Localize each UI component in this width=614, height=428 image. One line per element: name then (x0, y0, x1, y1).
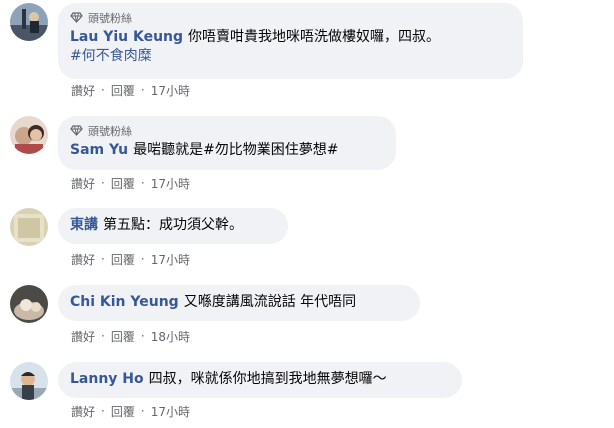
diamond-icon (70, 12, 83, 23)
reply-button[interactable]: 回覆 (111, 328, 135, 345)
timestamp[interactable]: 17小時 (151, 82, 190, 99)
reply-button[interactable]: 回覆 (111, 175, 135, 192)
comment-text: 第五點：成功須父幹。 (103, 217, 243, 233)
separator: · (140, 329, 145, 343)
diamond-icon (70, 125, 83, 136)
top-fan-badge: 頭號粉絲 (70, 10, 511, 25)
comment-actions: 讚好 · 回覆 · 17小時 (71, 251, 190, 267)
separator: · (101, 404, 105, 418)
timestamp[interactable]: 18小時 (151, 328, 190, 345)
comment-author[interactable]: 東講 (70, 217, 98, 233)
separator: · (101, 176, 105, 190)
comment-bubble: Lanny Ho 四叔，咪就係你地搞到我地無夢想囉～ (58, 362, 462, 398)
avatar[interactable] (10, 285, 48, 323)
comment-bubble: 頭號粉絲 Lau Yiu Keung 你唔賣咁貴我地咪唔洗做樓奴囉，四叔。 #何不… (58, 3, 523, 79)
hashtag-link[interactable]: #何不食肉糜 (70, 48, 152, 64)
separator: · (101, 252, 105, 266)
comment-actions: 讚好 · 回覆 · 17小時 (71, 175, 190, 191)
like-button[interactable]: 讚好 (71, 251, 95, 268)
avatar[interactable] (10, 116, 48, 154)
badge-label: 頭號粉絲 (88, 11, 132, 25)
like-button[interactable]: 讚好 (71, 82, 95, 99)
reply-button[interactable]: 回覆 (111, 82, 135, 99)
separator: · (101, 83, 105, 97)
timestamp[interactable]: 17小時 (151, 251, 190, 268)
badge-label: 頭號粉絲 (88, 124, 132, 138)
comment-text: 你唔賣咁貴我地咪唔洗做樓奴囉，四叔。 (188, 29, 441, 45)
comment-actions: 讚好 · 回覆 · 18小時 (71, 328, 190, 344)
comment-text: 又喺度講風流說話 年代唔同 (183, 294, 357, 310)
timestamp[interactable]: 17小時 (151, 403, 190, 420)
comment-text: 最啱聽就是#勿比物業困住夢想# (133, 142, 339, 158)
separator: · (101, 329, 105, 343)
separator: · (140, 176, 145, 190)
timestamp[interactable]: 17小時 (151, 175, 190, 192)
avatar[interactable] (10, 362, 48, 400)
comment-author[interactable]: Lau Yiu Keung (70, 29, 183, 45)
separator: · (140, 83, 145, 97)
avatar[interactable] (10, 208, 48, 246)
avatar[interactable] (10, 3, 48, 41)
comment-bubble: Chi Kin Yeung 又喺度講風流說話 年代唔同 (58, 285, 420, 321)
comment-actions: 讚好 · 回覆 · 17小時 (71, 403, 190, 419)
reply-button[interactable]: 回覆 (111, 403, 135, 420)
comment-text: 四叔，咪就係你地搞到我地無夢想囉～ (148, 371, 387, 387)
comment-author[interactable]: Lanny Ho (70, 371, 144, 387)
like-button[interactable]: 讚好 (71, 403, 95, 420)
separator: · (140, 252, 145, 266)
comment-actions: 讚好 · 回覆 · 17小時 (71, 82, 190, 98)
reply-button[interactable]: 回覆 (111, 251, 135, 268)
separator: · (140, 404, 145, 418)
comment-author[interactable]: Chi Kin Yeung (70, 294, 179, 310)
comment-author[interactable]: Sam Yu (70, 142, 128, 158)
like-button[interactable]: 讚好 (71, 175, 95, 192)
comment-bubble: 東講 第五點：成功須父幹。 (58, 208, 288, 244)
comment-bubble: 頭號粉絲 Sam Yu 最啱聽就是#勿比物業困住夢想# (58, 116, 396, 170)
like-button[interactable]: 讚好 (71, 328, 95, 345)
top-fan-badge: 頭號粉絲 (70, 123, 384, 138)
